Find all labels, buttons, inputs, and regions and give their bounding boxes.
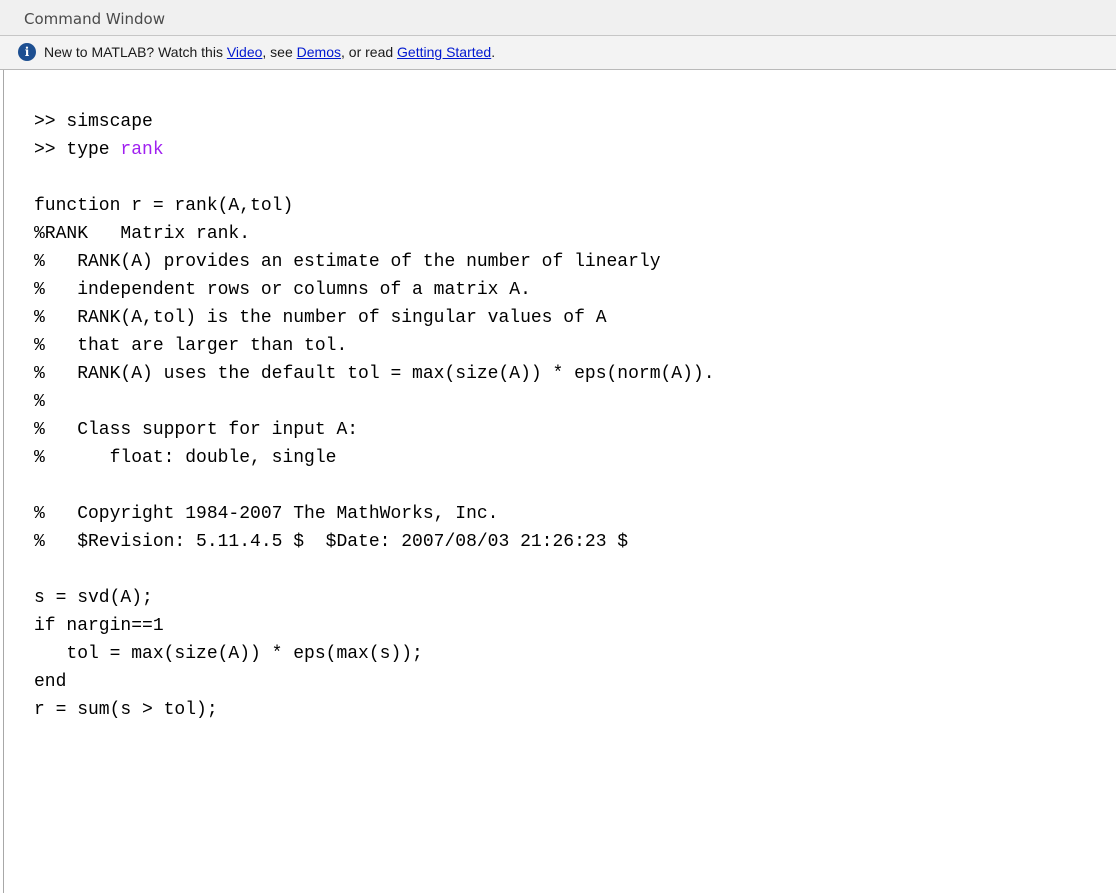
info-message: New to MATLAB? Watch this Video, see Dem… — [44, 44, 495, 60]
info-suffix: . — [491, 44, 496, 60]
console-line: % independent rows or columns of a matri… — [34, 280, 531, 300]
getting-started-link[interactable]: Getting Started — [397, 44, 491, 60]
info-middle2: , or read — [341, 44, 398, 60]
console-line: r = sum(s > tol); — [34, 700, 218, 720]
info-icon: i — [18, 43, 36, 61]
console-line: tol = max(size(A)) * eps(max(s)); — [34, 644, 423, 664]
console-line: % that are larger than tol. — [34, 336, 348, 356]
console-line: % RANK(A) uses the default tol = max(siz… — [34, 364, 715, 384]
console-line: % float: double, single — [34, 448, 337, 468]
console-line: % RANK(A,tol) is the number of singular … — [34, 308, 607, 328]
console-line: % Class support for input A: — [34, 420, 359, 440]
console-line: %RANK Matrix rank. — [34, 224, 251, 244]
command-console[interactable]: >> simscape >> type rank function r = rank… — [4, 70, 1116, 893]
console-line: >> simscape — [34, 112, 153, 132]
console-line: % RANK(A) provides an estimate of the nu… — [34, 252, 661, 272]
console-line: function r = rank(A,tol) — [34, 196, 294, 216]
info-prefix: New to MATLAB? Watch this — [44, 44, 227, 60]
console-line: % Copyright 1984-2007 The MathWorks, Inc… — [34, 504, 499, 524]
console-line: end — [34, 672, 67, 692]
demos-link[interactable]: Demos — [297, 44, 341, 60]
console-line: >> type rank — [34, 136, 715, 164]
command-prompt: >> type — [34, 140, 121, 160]
info-bar: i New to MATLAB? Watch this Video, see D… — [0, 36, 1116, 70]
console-output: >> simscape >> type rank function r = rank… — [34, 108, 715, 724]
console-line: % — [34, 392, 45, 412]
command-argument: rank — [120, 140, 164, 160]
command-window-title-bar: Command Window — [0, 0, 1116, 36]
video-link[interactable]: Video — [227, 44, 263, 60]
console-line: % $Revision: 5.11.4.5 $ $Date: 2007/08/0… — [34, 532, 629, 552]
console-line: if nargin==1 — [34, 616, 164, 636]
window-title: Command Window — [24, 10, 166, 28]
console-line: s = svd(A); — [34, 588, 153, 608]
info-middle: , see — [262, 44, 297, 60]
